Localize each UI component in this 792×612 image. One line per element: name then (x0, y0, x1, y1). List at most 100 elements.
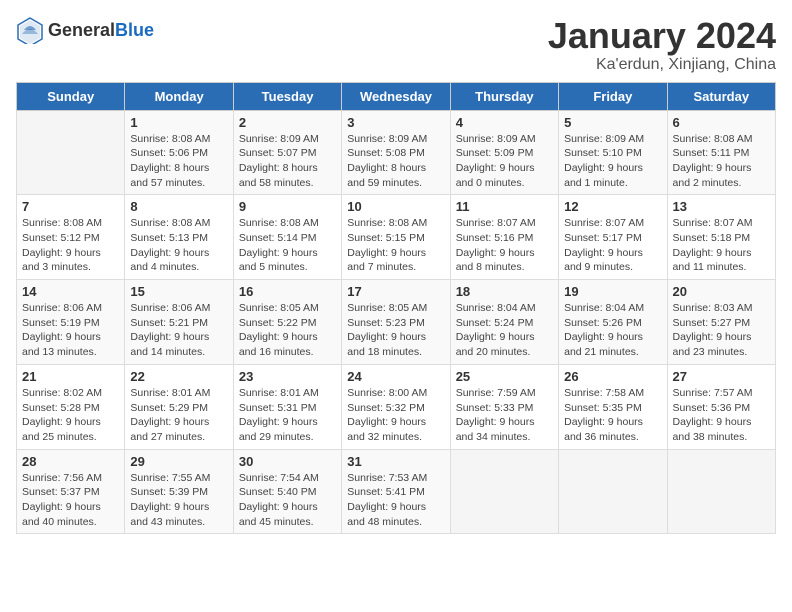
day-number: 17 (347, 284, 444, 299)
day-number: 30 (239, 454, 336, 469)
day-info: Sunrise: 8:09 AMSunset: 5:08 PMDaylight:… (347, 132, 444, 191)
day-number: 6 (673, 115, 770, 130)
day-info: Sunrise: 7:55 AMSunset: 5:39 PMDaylight:… (130, 471, 227, 530)
calendar-cell: 26 Sunrise: 7:58 AMSunset: 5:35 PMDayligh… (559, 364, 667, 449)
calendar-cell: 21 Sunrise: 8:02 AMSunset: 5:28 PMDayligh… (17, 364, 125, 449)
day-info: Sunrise: 8:09 AMSunset: 5:10 PMDaylight:… (564, 132, 661, 191)
day-number: 21 (22, 369, 119, 384)
calendar-cell: 7Sunrise: 8:08 AMSunset: 5:12 PMDaylight… (17, 195, 125, 280)
calendar-cell (559, 449, 667, 534)
day-info: Sunrise: 8:02 AMSunset: 5:28 PMDaylight:… (22, 386, 119, 445)
day-info: Sunrise: 7:56 AMSunset: 5:37 PMDaylight:… (22, 471, 119, 530)
calendar-cell: 15 Sunrise: 8:06 AMSunset: 5:21 PMDayligh… (125, 280, 233, 365)
day-info: Sunrise: 8:07 AMSunset: 5:18 PMDaylight:… (673, 216, 770, 275)
day-info: Sunrise: 8:08 AMSunset: 5:06 PMDaylight:… (130, 132, 227, 191)
day-info: Sunrise: 8:08 AMSunset: 5:13 PMDaylight:… (130, 216, 227, 275)
day-info: Sunrise: 8:04 AMSunset: 5:26 PMDaylight:… (564, 301, 661, 360)
day-info: Sunrise: 8:01 AMSunset: 5:29 PMDaylight:… (130, 386, 227, 445)
day-info: Sunrise: 8:01 AMSunset: 5:31 PMDaylight:… (239, 386, 336, 445)
calendar-cell: 14 Sunrise: 8:06 AMSunset: 5:19 PMDayligh… (17, 280, 125, 365)
day-number: 19 (564, 284, 661, 299)
calendar-cell: 9 Sunrise: 8:08 AMSunset: 5:14 PMDaylight… (233, 195, 341, 280)
calendar-cell: 13 Sunrise: 8:07 AMSunset: 5:18 PMDayligh… (667, 195, 775, 280)
calendar-cell: 18Sunrise: 8:04 AMSunset: 5:24 PMDayligh… (450, 280, 558, 365)
main-title: January 2024 (548, 16, 776, 56)
header: GeneralBlue January 2024 Ka'erdun, Xinji… (16, 16, 776, 74)
header-day-tuesday: Tuesday (233, 82, 341, 110)
day-number: 14 (22, 284, 119, 299)
calendar-cell: 29 Sunrise: 7:55 AMSunset: 5:39 PMDayligh… (125, 449, 233, 534)
header-day-friday: Friday (559, 82, 667, 110)
day-number: 8 (130, 199, 227, 214)
day-info: Sunrise: 8:08 AMSunset: 5:11 PMDaylight:… (673, 132, 770, 191)
day-number: 28 (22, 454, 119, 469)
logo-text-general: General (48, 20, 115, 40)
day-info: Sunrise: 8:00 AMSunset: 5:32 PMDaylight:… (347, 386, 444, 445)
week-row-4: 21 Sunrise: 8:02 AMSunset: 5:28 PMDayligh… (17, 364, 776, 449)
calendar-cell: 2Sunrise: 8:09 AMSunset: 5:07 PMDaylight… (233, 110, 341, 195)
day-number: 26 (564, 369, 661, 384)
day-info: Sunrise: 7:57 AMSunset: 5:36 PMDaylight:… (673, 386, 770, 445)
day-number: 9 (239, 199, 336, 214)
day-number: 10 (347, 199, 444, 214)
week-row-5: 28 Sunrise: 7:56 AMSunset: 5:37 PMDayligh… (17, 449, 776, 534)
header-day-thursday: Thursday (450, 82, 558, 110)
day-number: 23 (239, 369, 336, 384)
day-info: Sunrise: 7:59 AMSunset: 5:33 PMDaylight:… (456, 386, 553, 445)
day-number: 27 (673, 369, 770, 384)
calendar-cell: 4Sunrise: 8:09 AMSunset: 5:09 PMDaylight… (450, 110, 558, 195)
day-number: 15 (130, 284, 227, 299)
calendar-cell: 25 Sunrise: 7:59 AMSunset: 5:33 PMDayligh… (450, 364, 558, 449)
day-number: 16 (239, 284, 336, 299)
day-info: Sunrise: 7:58 AMSunset: 5:35 PMDaylight:… (564, 386, 661, 445)
header-day-sunday: Sunday (17, 82, 125, 110)
calendar-cell (450, 449, 558, 534)
calendar-cell: 12 Sunrise: 8:07 AMSunset: 5:17 PMDayligh… (559, 195, 667, 280)
day-info: Sunrise: 8:06 AMSunset: 5:19 PMDaylight:… (22, 301, 119, 360)
day-info: Sunrise: 7:53 AMSunset: 5:41 PMDaylight:… (347, 471, 444, 530)
calendar-cell: 27 Sunrise: 7:57 AMSunset: 5:36 PMDayligh… (667, 364, 775, 449)
day-info: Sunrise: 8:07 AMSunset: 5:16 PMDaylight:… (456, 216, 553, 275)
calendar-cell: 24Sunrise: 8:00 AMSunset: 5:32 PMDayligh… (342, 364, 450, 449)
day-number: 31 (347, 454, 444, 469)
day-number: 25 (456, 369, 553, 384)
day-number: 13 (673, 199, 770, 214)
day-info: Sunrise: 8:07 AMSunset: 5:17 PMDaylight:… (564, 216, 661, 275)
header-day-monday: Monday (125, 82, 233, 110)
subtitle: Ka'erdun, Xinjiang, China (548, 56, 776, 74)
day-info: Sunrise: 8:04 AMSunset: 5:24 PMDaylight:… (456, 301, 553, 360)
day-number: 7 (22, 199, 119, 214)
calendar-cell: 8 Sunrise: 8:08 AMSunset: 5:13 PMDaylight… (125, 195, 233, 280)
day-number: 12 (564, 199, 661, 214)
day-number: 29 (130, 454, 227, 469)
week-row-1: 1 Sunrise: 8:08 AMSunset: 5:06 PMDaylight… (17, 110, 776, 195)
header-row: SundayMondayTuesdayWednesdayThursdayFrid… (17, 82, 776, 110)
logo: GeneralBlue (16, 16, 154, 44)
calendar-cell: 19 Sunrise: 8:04 AMSunset: 5:26 PMDayligh… (559, 280, 667, 365)
day-info: Sunrise: 8:09 AMSunset: 5:09 PMDaylight:… (456, 132, 553, 191)
calendar-cell: 23 Sunrise: 8:01 AMSunset: 5:31 PMDayligh… (233, 364, 341, 449)
calendar-cell: 31 Sunrise: 7:53 AMSunset: 5:41 PMDayligh… (342, 449, 450, 534)
calendar-cell: 28 Sunrise: 7:56 AMSunset: 5:37 PMDayligh… (17, 449, 125, 534)
title-area: January 2024 Ka'erdun, Xinjiang, China (548, 16, 776, 74)
calendar-body: 1 Sunrise: 8:08 AMSunset: 5:06 PMDaylight… (17, 110, 776, 534)
calendar-cell: 10Sunrise: 8:08 AMSunset: 5:15 PMDayligh… (342, 195, 450, 280)
day-number: 11 (456, 199, 553, 214)
week-row-3: 14 Sunrise: 8:06 AMSunset: 5:19 PMDayligh… (17, 280, 776, 365)
day-info: Sunrise: 7:54 AMSunset: 5:40 PMDaylight:… (239, 471, 336, 530)
day-info: Sunrise: 8:05 AMSunset: 5:22 PMDaylight:… (239, 301, 336, 360)
week-row-2: 7Sunrise: 8:08 AMSunset: 5:12 PMDaylight… (17, 195, 776, 280)
day-number: 1 (130, 115, 227, 130)
day-info: Sunrise: 8:03 AMSunset: 5:27 PMDaylight:… (673, 301, 770, 360)
calendar-cell: 16 Sunrise: 8:05 AMSunset: 5:22 PMDayligh… (233, 280, 341, 365)
day-number: 2 (239, 115, 336, 130)
header-day-wednesday: Wednesday (342, 82, 450, 110)
calendar-cell (667, 449, 775, 534)
calendar-cell: 11 Sunrise: 8:07 AMSunset: 5:16 PMDayligh… (450, 195, 558, 280)
calendar-cell: 20 Sunrise: 8:03 AMSunset: 5:27 PMDayligh… (667, 280, 775, 365)
day-info: Sunrise: 8:06 AMSunset: 5:21 PMDaylight:… (130, 301, 227, 360)
day-number: 20 (673, 284, 770, 299)
header-day-saturday: Saturday (667, 82, 775, 110)
calendar-cell: 5Sunrise: 8:09 AMSunset: 5:10 PMDaylight… (559, 110, 667, 195)
day-info: Sunrise: 8:08 AMSunset: 5:14 PMDaylight:… (239, 216, 336, 275)
